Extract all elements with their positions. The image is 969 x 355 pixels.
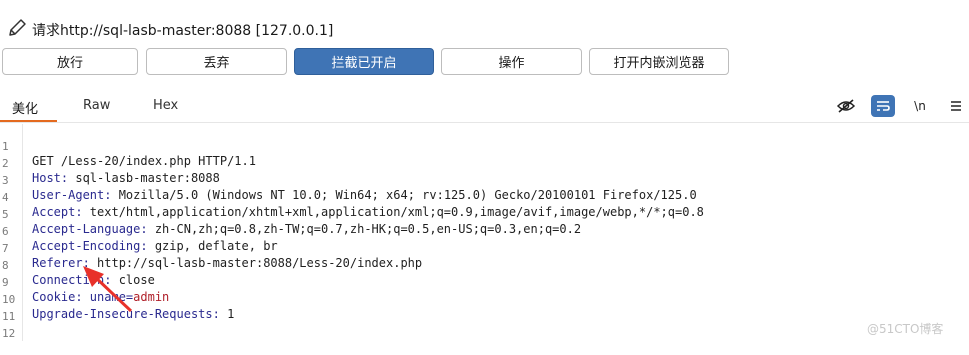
request-title: 请求http://sql-lasb-master:8088 [127.0.0.1… <box>32 23 334 39</box>
open-browser-button[interactable]: 打开内嵌浏览器 <box>589 48 729 75</box>
code-line: 1 GET /Less-20/index.php HTTP/1.1 <box>0 126 256 168</box>
header-name: Accept-Language: <box>32 222 148 236</box>
code-line: 6 Accept-Encoding: gzip, deflate, br <box>0 211 278 253</box>
code-line: 12 <box>0 313 29 340</box>
watermark: @51CTO博客 <box>867 322 944 336</box>
header-value: http://sql-lasb-master:8088/Less-20/inde… <box>89 256 423 270</box>
active-tab-indicator <box>0 120 57 122</box>
menu-icon[interactable] <box>944 95 968 117</box>
eye-slash-icon[interactable] <box>834 95 858 117</box>
intercept-toggle-button[interactable]: 拦截已开启 <box>294 48 434 75</box>
wrap-icon[interactable] <box>871 95 895 117</box>
newline-icon[interactable]: \n <box>908 95 932 117</box>
header-name: Accept-Encoding: <box>32 239 148 253</box>
pencil-icon <box>9 19 26 36</box>
header-name: Upgrade-Insecure-Requests: <box>32 307 220 321</box>
code-line: 9 Cookie: uname=admin <box>0 262 169 304</box>
request-line: GET /Less-20/index.php HTTP/1.1 <box>32 154 256 168</box>
cookie-key: uname= <box>82 290 134 304</box>
code-line: 5 Accept-Language: zh-CN,zh;q=0.8,zh-TW;… <box>0 194 581 236</box>
header-value: close <box>111 273 155 287</box>
tab-pretty[interactable]: 美化 <box>12 98 38 117</box>
header-value: sql-lasb-master:8088 <box>68 171 220 185</box>
request-editor[interactable]: 1 GET /Less-20/index.php HTTP/1.1 2 Host… <box>0 124 969 341</box>
header-name: Cookie: <box>32 290 83 304</box>
code-line: 3 User-Agent: Mozilla/5.0 (Windows NT 10… <box>0 160 697 202</box>
code-line: 2 Host: sql-lasb-master:8088 <box>0 143 220 185</box>
newline-label: \n <box>914 99 926 113</box>
code-line: 4 Accept: text/html,application/xhtml+xm… <box>0 177 704 219</box>
code-line: 7 Referer: http://sql-lasb-master:8088/L… <box>0 228 422 270</box>
forward-button[interactable]: 放行 <box>2 48 138 75</box>
request-title-bar: 请求http://sql-lasb-master:8088 [127.0.0.1… <box>0 0 969 44</box>
action-button[interactable]: 操作 <box>441 48 582 75</box>
code-line: 8 Connection: close <box>0 245 155 287</box>
header-value: zh-CN,zh;q=0.8,zh-TW;q=0.7,zh-HK;q=0.5,e… <box>147 222 582 236</box>
editor-tabs: 美化 Raw Hex \n <box>0 92 969 123</box>
header-value: gzip, deflate, br <box>147 239 278 253</box>
header-value: Mozilla/5.0 (Windows NT 10.0; Win64; x64… <box>111 188 697 202</box>
line-number: 12 <box>2 327 16 340</box>
code-line: 11 <box>0 296 29 323</box>
header-name: User-Agent: <box>32 188 112 202</box>
tab-raw[interactable]: Raw <box>83 98 110 113</box>
tab-hex[interactable]: Hex <box>153 98 178 113</box>
cookie-value: admin <box>133 290 170 304</box>
header-name: Accept: <box>32 205 83 219</box>
header-name: Connection: <box>32 273 112 287</box>
drop-button[interactable]: 丢弃 <box>146 48 287 75</box>
header-value: text/html,application/xhtml+xml,applicat… <box>82 205 704 219</box>
header-name: Host: <box>32 171 69 185</box>
header-value: 1 <box>219 307 235 321</box>
header-name: Referer: <box>32 256 90 270</box>
code-line: 10 Upgrade-Insecure-Requests: 1 <box>0 279 234 321</box>
